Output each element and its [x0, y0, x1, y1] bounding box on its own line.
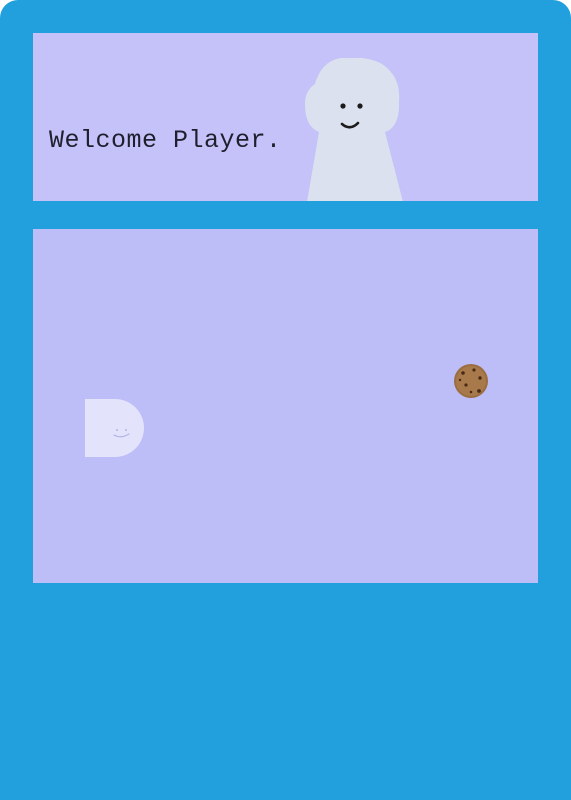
dialog-panel: Welcome Player.: [33, 33, 538, 201]
welcome-message: Welcome Player.: [49, 126, 282, 155]
game-frame: Welcome Player.: [0, 0, 571, 800]
ghost-character-icon: [305, 58, 403, 201]
cookie-icon[interactable]: [453, 363, 489, 399]
game-area[interactable]: [33, 229, 538, 583]
player-blob-icon[interactable]: [85, 399, 144, 458]
